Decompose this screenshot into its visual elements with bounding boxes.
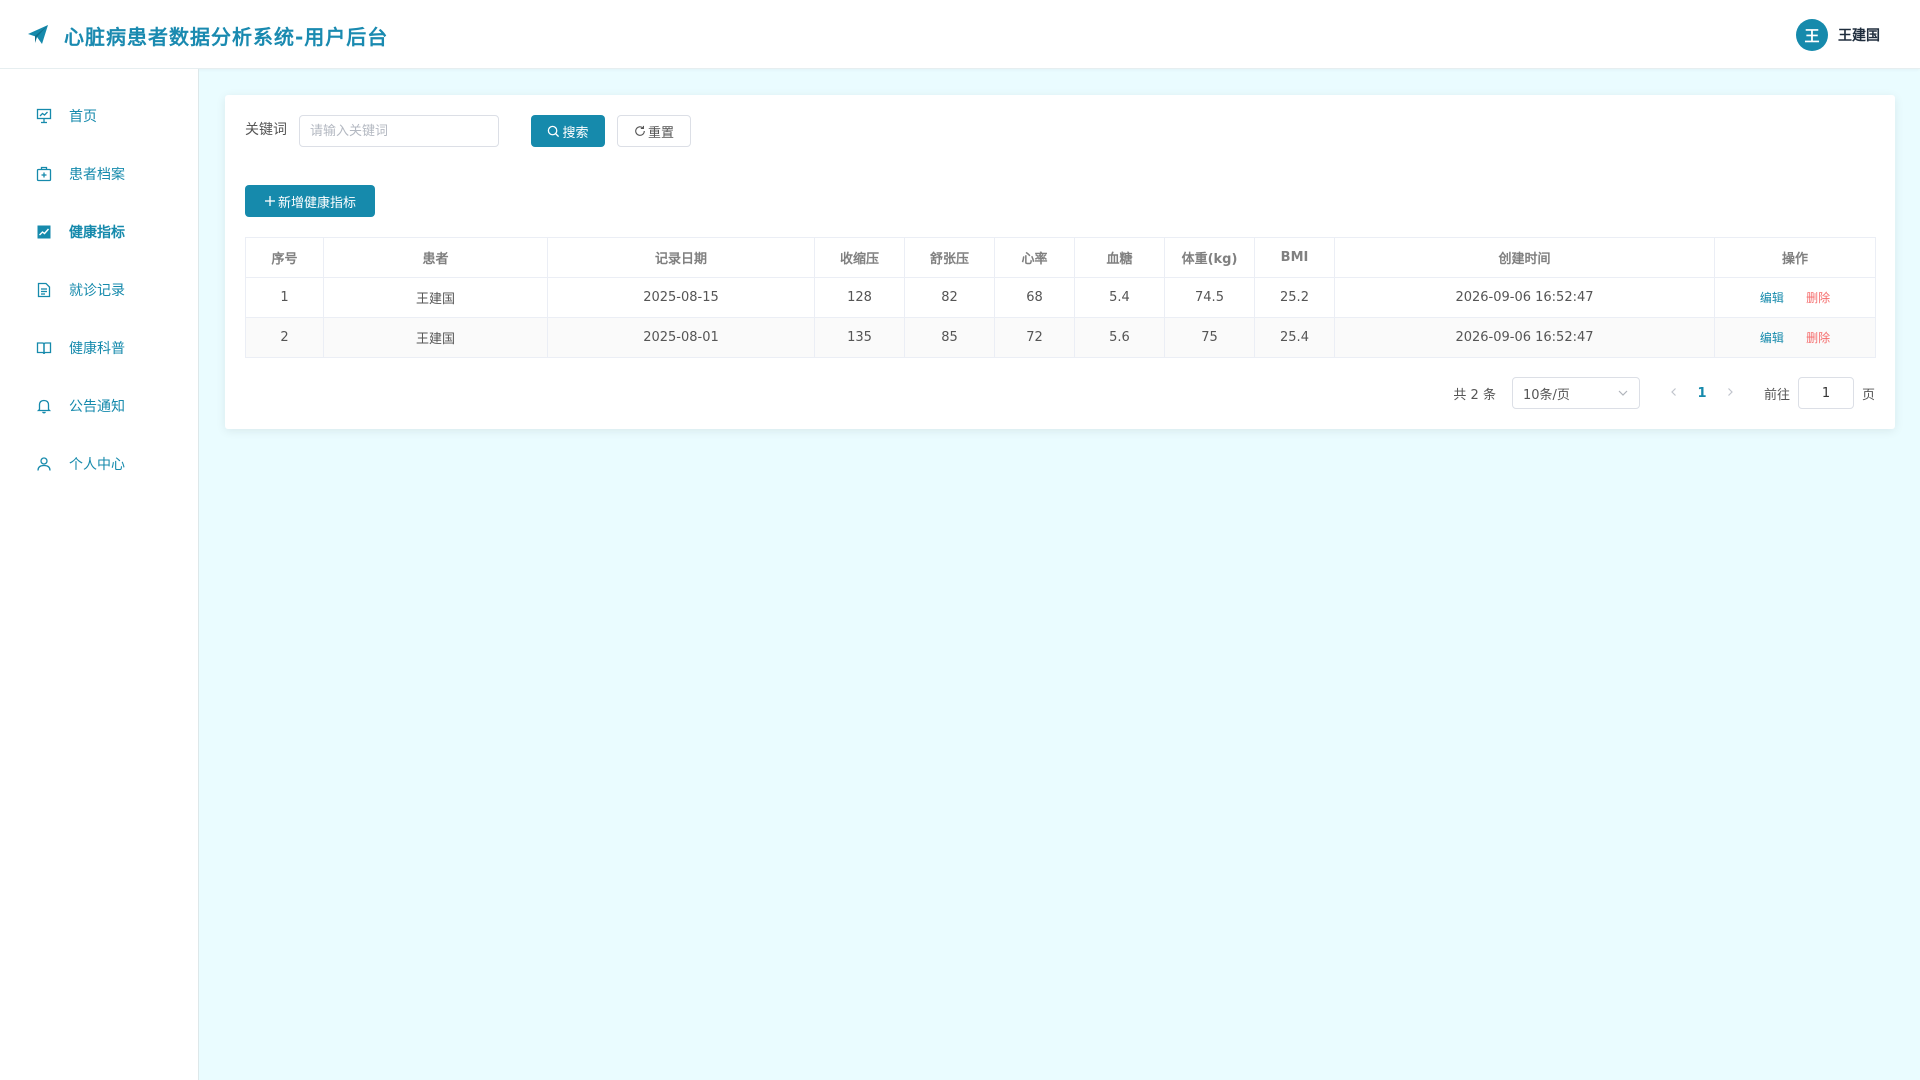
sidebar: 首页 患者档案 健康指标 就诊记录 健康科普 公告通知 个人中心 [0,69,199,1080]
column-header: 患者 [323,237,548,278]
column-header: 收缩压 [814,237,905,278]
chart-board-icon [35,107,53,125]
cell-glucose: 5.6 [1074,317,1165,358]
column-header: 体重(kg) [1164,237,1255,278]
bell-icon [35,397,53,415]
cell-glucose: 5.4 [1074,277,1165,318]
document-icon [35,281,53,299]
sidebar-item-label: 就诊记录 [69,283,125,299]
sidebar-item-label: 首页 [69,109,97,125]
user-icon [35,455,53,473]
sidebar-item-profile[interactable]: 个人中心 [0,444,198,484]
cell-actions: 编辑 删除 [1714,277,1876,318]
keyword-label: 关键词 [245,122,287,138]
sidebar-item-health-education[interactable]: 健康科普 [0,328,198,368]
column-header: 心率 [994,237,1075,278]
cell-weight: 74.5 [1164,277,1255,318]
plus-icon [264,196,275,206]
user-menu[interactable]: 王 王建国 [1796,18,1880,52]
cell-patient: 王建国 [323,317,548,358]
cell-heart-rate: 72 [994,317,1075,358]
page-suffix: 页 [1861,387,1875,403]
column-header: 血糖 [1074,237,1165,278]
column-header: 创建时间 [1334,237,1715,278]
cell-created: 2026-09-06 16:52:47 [1334,277,1715,318]
column-header: 记录日期 [547,237,815,278]
goto-label: 前往 [1763,387,1790,403]
column-header: 舒张压 [904,237,995,278]
medical-box-icon [35,165,53,183]
paper-plane-icon [28,25,48,44]
cell-no: 2 [245,317,324,358]
page-number-current[interactable]: 1 [1686,386,1718,401]
refresh-icon [635,125,645,136]
search-button[interactable]: 搜索 [531,115,605,147]
page-size-value: 10条/页 [1522,387,1570,403]
pagination: 共 2 条 10条/页 1 前往 页 [1453,377,1875,409]
column-header: 序号 [245,237,324,278]
cell-bmi: 25.4 [1254,317,1335,358]
table-row: 1 王建国 2025-08-15 128 82 68 5.4 74.5 25.2… [245,277,1876,318]
sidebar-item-label: 健康科普 [69,341,125,357]
search-icon [548,125,560,137]
cell-systolic: 128 [814,277,905,318]
delete-link[interactable]: 删除 [1806,291,1830,305]
delete-link[interactable]: 删除 [1806,331,1830,345]
cell-actions: 编辑 删除 [1714,317,1876,358]
cell-diastolic: 82 [904,277,995,318]
user-name[interactable]: 王建国 [1838,25,1880,45]
sidebar-item-patient-records[interactable]: 患者档案 [0,154,198,194]
table-header-row: 序号 患者 记录日期 收缩压 舒张压 心率 血糖 体重(kg) BMI 创建时间… [245,237,1876,278]
pagination-total: 共 2 条 [1453,387,1496,403]
cell-patient: 王建国 [323,277,548,318]
chevron-right-icon [1728,387,1733,396]
chevron-down-icon [1618,390,1628,396]
goto-page-input[interactable] [1797,377,1854,409]
app-title: 心脏病患者数据分析系统-用户后台 [64,25,389,49]
column-header: BMI [1254,237,1335,278]
sidebar-item-label: 患者档案 [69,167,125,183]
keyword-input[interactable] [299,115,499,147]
chevron-left-icon [1671,387,1676,396]
prev-page-button[interactable] [1662,386,1686,401]
edit-link[interactable]: 编辑 [1760,331,1784,345]
health-metrics-table: 序号 患者 记录日期 收缩压 舒张压 心率 血糖 体重(kg) BMI 创建时间… [245,237,1876,358]
sidebar-item-notices[interactable]: 公告通知 [0,386,198,426]
sidebar-item-health-metrics[interactable]: 健康指标 [0,212,198,252]
edit-link[interactable]: 编辑 [1760,291,1784,305]
book-icon [35,339,53,357]
add-health-metric-button[interactable]: 新增健康指标 [245,185,375,217]
sidebar-item-label: 健康指标 [69,225,125,241]
health-metrics-panel: 关键词 搜索 重置 新增健康指标 序号 患者 记录日期 收缩压 舒张压 心率 血… [225,95,1895,429]
sidebar-item-home[interactable]: 首页 [0,96,198,136]
reset-button[interactable]: 重置 [617,115,691,147]
column-header: 操作 [1714,237,1876,278]
next-page-button[interactable] [1718,386,1742,401]
page-size-select[interactable]: 10条/页 [1511,377,1640,409]
cell-created: 2026-09-06 16:52:47 [1334,317,1715,358]
cell-diastolic: 85 [904,317,995,358]
cell-systolic: 135 [814,317,905,358]
cell-date: 2025-08-01 [547,317,815,358]
cell-bmi: 25.2 [1254,277,1335,318]
cell-heart-rate: 68 [994,277,1075,318]
top-header: 心脏病患者数据分析系统-用户后台 王 王建国 [0,0,1920,69]
cell-weight: 75 [1164,317,1255,358]
sidebar-item-visit-records[interactable]: 就诊记录 [0,270,198,310]
avatar[interactable]: 王 [1796,19,1828,51]
table-row: 2 王建国 2025-08-01 135 85 72 5.6 75 25.4 2… [245,317,1876,358]
trend-chart-icon [35,223,53,241]
cell-no: 1 [245,277,324,318]
add-button-label: 新增健康指标 [277,195,356,211]
reset-button-label: 重置 [647,125,674,141]
sidebar-item-label: 个人中心 [69,457,125,473]
search-button-label: 搜索 [562,125,589,141]
cell-date: 2025-08-15 [547,277,815,318]
sidebar-item-label: 公告通知 [69,399,125,415]
